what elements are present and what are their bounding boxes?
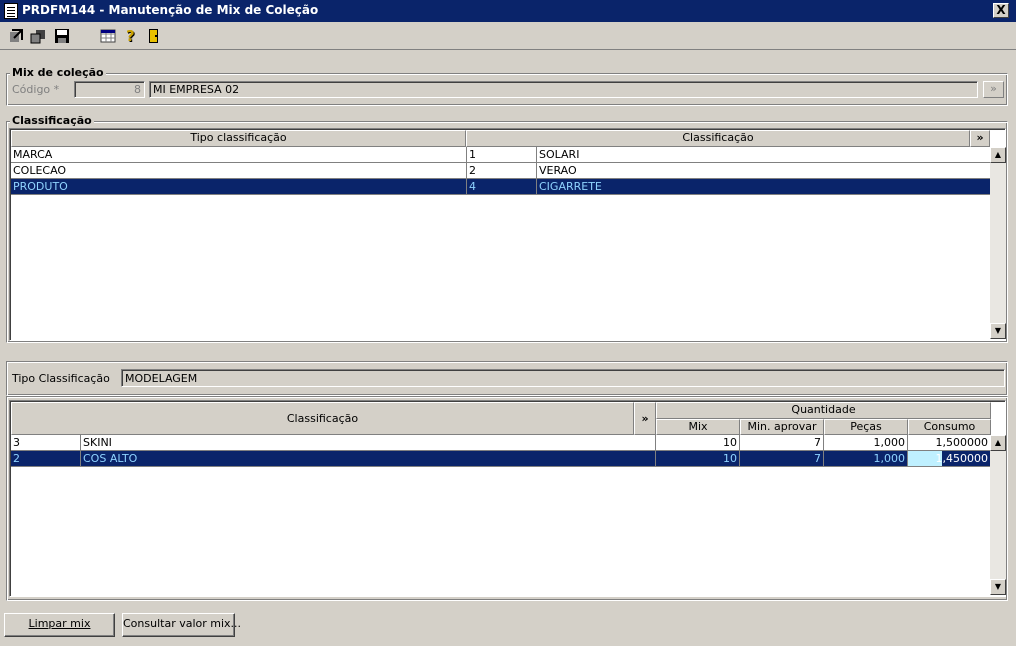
cell-min-aprovar[interactable]: 7 — [740, 451, 824, 467]
table-row[interactable]: 3 SKINI 10 7 1,000 1,500000 — [11, 435, 991, 451]
scroll-down-arrow-icon[interactable]: ▼ — [990, 579, 1006, 595]
cell-codigo: 4 — [467, 179, 537, 195]
door-icon[interactable] — [146, 28, 162, 44]
header-more-button[interactable]: » — [634, 402, 656, 435]
table-row[interactable]: MARCA 1 SOLARI — [11, 147, 992, 163]
tipo-classificacao-field[interactable]: MODELAGEM — [121, 369, 1005, 387]
app-icon — [4, 3, 18, 19]
limpar-mix-button[interactable]: Limpar mix — [4, 613, 115, 637]
cell-codigo: 2 — [467, 163, 537, 179]
save-icon[interactable] — [54, 28, 70, 44]
codigo-label: Código * — [12, 83, 60, 96]
cell-codigo: 3 — [11, 435, 81, 451]
exit-icon[interactable] — [8, 28, 24, 44]
cell-tipo: COLECAO — [11, 163, 467, 179]
title-bar: PRDFM144 - Manutenção de Mix de Coleção … — [0, 0, 1016, 22]
classificacao-grid: Tipo classificação Classificação » MARCA… — [9, 128, 1006, 341]
tipo-classificacao-label: Tipo Classificação — [12, 372, 110, 385]
empresa-lookup-button[interactable]: » — [983, 81, 1004, 98]
detail-grid: Classificação » Quantidade Mix Min. apro… — [9, 400, 1006, 597]
cell-nome: VERAO — [537, 163, 992, 179]
empresa-field[interactable]: MI EMPRESA 02 — [149, 81, 978, 98]
cell-consumo-editing[interactable]: 1,450000 — [908, 451, 991, 467]
cell-nome: CIGARRETE — [537, 179, 992, 195]
mix-legend: Mix de coleção — [10, 66, 106, 79]
table-row[interactable]: COLECAO 2 VERAO — [11, 163, 992, 179]
header-classificacao[interactable]: Classificação — [11, 402, 634, 435]
consultar-valor-mix-label: Consultar valor mix... — [123, 617, 242, 630]
cell-min-aprovar[interactable]: 7 — [740, 435, 824, 451]
classificacao-legend: Classificação — [10, 114, 94, 127]
cell-tipo: PRODUTO — [11, 179, 467, 195]
header-classificacao[interactable]: Classificação — [466, 130, 970, 147]
header-consumo[interactable]: Consumo — [908, 419, 991, 435]
consultar-valor-mix-button[interactable]: Consultar valor mix... — [122, 613, 241, 637]
codigo-field[interactable]: 8 — [74, 81, 145, 98]
cell-pecas[interactable]: 1,000 — [824, 451, 908, 467]
scroll-down-arrow-icon[interactable]: ▼ — [990, 323, 1006, 339]
toolbar: ? ? — [0, 22, 1016, 50]
scroll-up-arrow-icon[interactable]: ▲ — [990, 435, 1006, 451]
header-min-aprovar[interactable]: Min. aprovar — [740, 419, 824, 435]
header-pecas[interactable]: Peças — [824, 419, 908, 435]
close-button[interactable]: X — [993, 3, 1009, 18]
cell-codigo: 1 — [467, 147, 537, 163]
copy-icon[interactable] — [30, 28, 46, 44]
header-more-button[interactable]: » — [970, 130, 990, 147]
limpar-mix-label: Limpar mix — [28, 617, 91, 630]
cell-codigo: 2 — [11, 451, 81, 467]
cell-nome: SKINI — [81, 435, 656, 451]
cell-pecas[interactable]: 1,000 — [824, 435, 908, 451]
table-row-selected[interactable]: 2 COS ALTO 10 7 1,000 1,450000 — [11, 451, 991, 467]
cell-consumo[interactable]: 1,500000 — [908, 435, 991, 451]
table-row-selected[interactable]: PRODUTO 4 CIGARRETE — [11, 179, 992, 195]
header-mix[interactable]: Mix — [656, 419, 740, 435]
cell-mix[interactable]: 10 — [656, 435, 740, 451]
window-title: PRDFM144 - Manutenção de Mix de Coleção — [22, 3, 319, 17]
cell-mix[interactable]: 10 — [656, 451, 740, 467]
header-quantidade: Quantidade — [656, 402, 991, 419]
classificacao-scrollbar[interactable]: ▲ ▼ — [990, 147, 1006, 339]
cell-nome: SOLARI — [537, 147, 992, 163]
svg-text:?: ? — [126, 28, 135, 44]
header-tipo-classificacao[interactable]: Tipo classificação — [11, 130, 466, 147]
cell-tipo: MARCA — [11, 147, 467, 163]
cell-nome: COS ALTO — [81, 451, 656, 467]
scroll-up-arrow-icon[interactable]: ▲ — [990, 147, 1006, 163]
help-icon[interactable]: ? ? — [124, 28, 140, 44]
detail-scrollbar[interactable]: ▲ ▼ — [990, 435, 1006, 595]
grid-icon[interactable] — [100, 28, 116, 44]
